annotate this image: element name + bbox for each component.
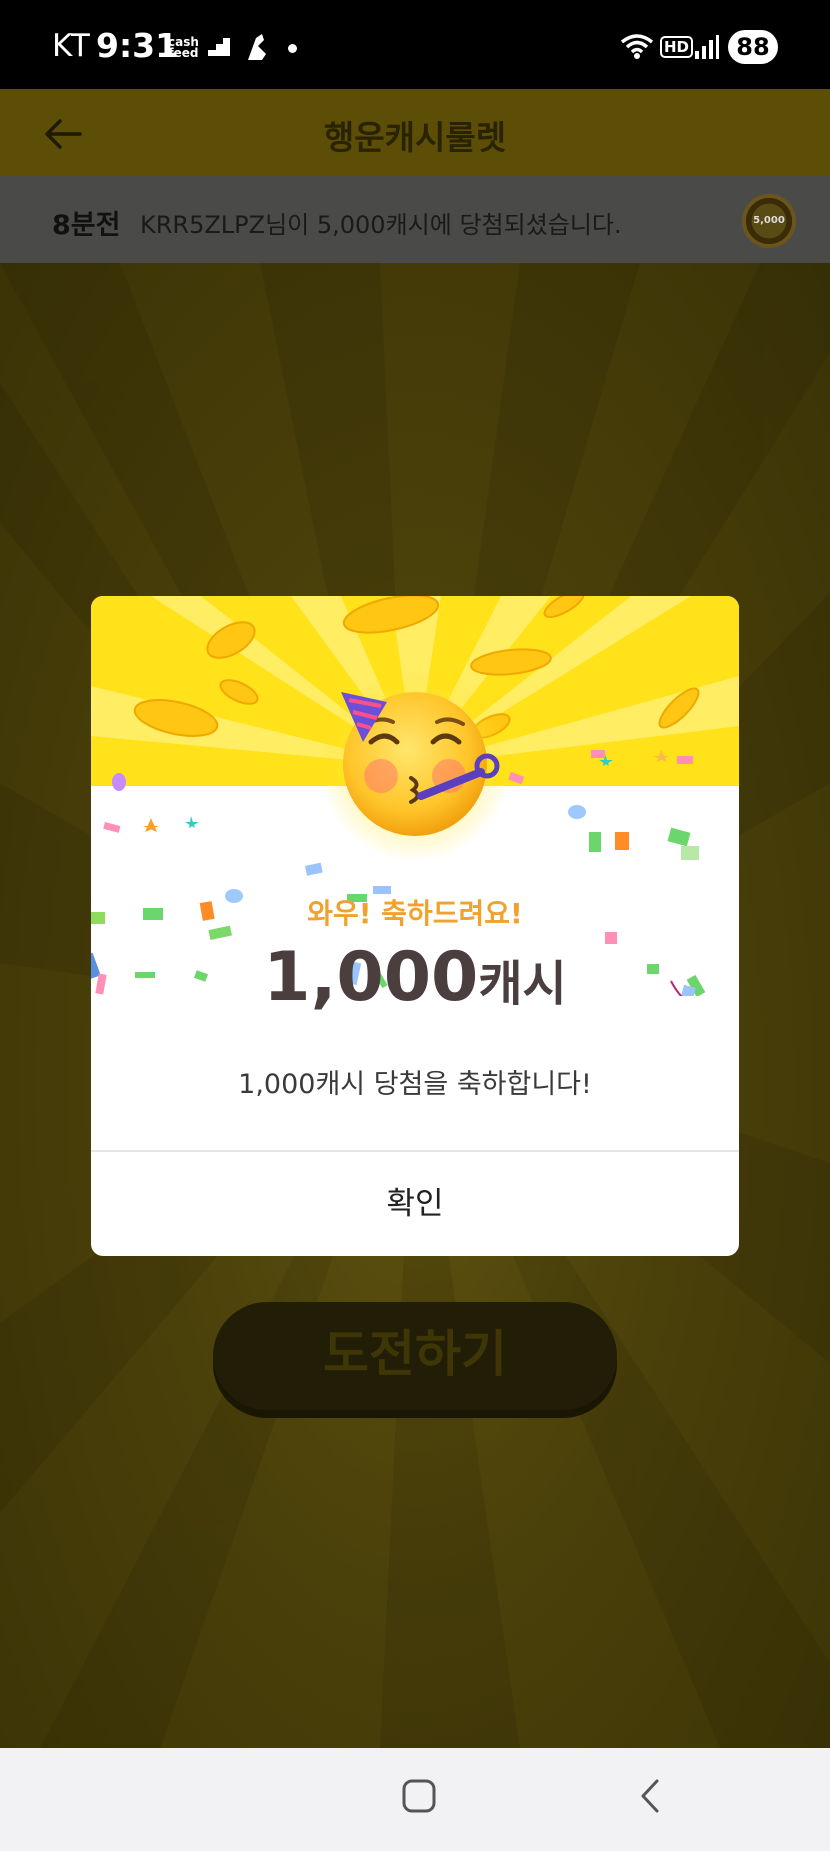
- wifi-icon: [620, 34, 654, 59]
- system-nav-bar: [0, 1748, 830, 1851]
- status-bar: KT 9:31 cash feed HD 88: [0, 0, 830, 89]
- clock: 9:31: [96, 26, 179, 65]
- shoe-notification-icon: [248, 34, 266, 60]
- cash-chip-icon: 5,000: [742, 194, 796, 248]
- signal-icon: [695, 35, 719, 59]
- home-icon[interactable]: [401, 1778, 437, 1814]
- ticker-time-ago: 8분전: [52, 210, 121, 241]
- celebration-illustration: [91, 596, 739, 996]
- cashfeed-bottom-label: feed: [168, 46, 199, 60]
- battery-indicator: 88: [728, 30, 778, 64]
- winner-ticker: 8분전 KRR5ZLPZ님이 5,000캐시에 당첨되셨습니다.: [0, 176, 830, 263]
- nav-back-icon[interactable]: [635, 1778, 665, 1814]
- stairs-notification-icon: [208, 38, 230, 56]
- screen: KT 9:31 cash feed HD 88 행운캐시룰렛 8분전 KRR5Z…: [0, 0, 830, 1851]
- more-notifications-dot: [288, 44, 297, 53]
- dialog-headline: 와우! 축하드려요!: [307, 897, 523, 930]
- dialog-message: 1,000캐시 당첨을 축하합니다!: [238, 1069, 592, 1100]
- page-title: 행운캐시룰렛: [323, 118, 507, 157]
- challenge-button[interactable]: 도전하기: [213, 1302, 617, 1410]
- app-header: 행운캐시룰렛: [0, 89, 830, 176]
- congrats-dialog: 와우! 축하드려요! 1,000캐시 1,000캐시 당첨을 축하합니다! 확인: [91, 596, 739, 1256]
- prize-amount-number: 1,000: [263, 938, 479, 1017]
- hd-voice-badge: HD: [660, 36, 694, 58]
- confirm-button[interactable]: 확인: [91, 1152, 739, 1256]
- ticker-message: KRR5ZLPZ님이 5,000캐시에 당첨되셨습니다.: [140, 211, 622, 239]
- carrier-label: KT: [52, 28, 91, 64]
- cashfeed-notification-icon: cash feed: [168, 36, 199, 60]
- prize-amount-unit: 캐시: [478, 956, 567, 1012]
- prize-amount: 1,000캐시: [91, 938, 739, 1017]
